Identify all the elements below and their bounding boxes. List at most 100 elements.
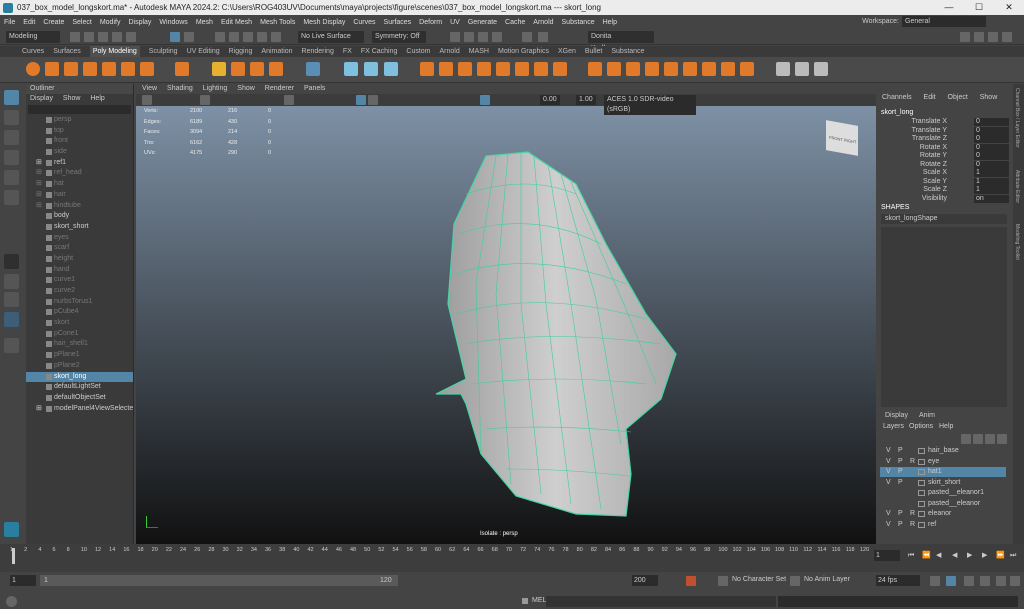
menu-curves[interactable]: Curves	[353, 19, 375, 26]
outliner-menu-show[interactable]: Show	[63, 95, 81, 102]
search-icon[interactable]	[4, 338, 19, 353]
gamma-field[interactable]: 1.00	[576, 95, 596, 105]
menu-surfaces[interactable]: Surfaces	[384, 19, 412, 26]
vp-menu-renderer[interactable]: Renderer	[265, 84, 294, 94]
scene-start-field[interactable]: 1	[10, 575, 36, 586]
outliner-item[interactable]: side	[26, 147, 133, 158]
persp-outliner-layout-icon[interactable]	[4, 312, 19, 327]
fps-dropdown[interactable]: 24 fps	[876, 575, 920, 586]
channel-value-field[interactable]: 1	[974, 169, 1009, 177]
outliner-item[interactable]: pPlane2	[26, 361, 133, 372]
channel-row[interactable]: Translate X 0	[877, 118, 1011, 127]
select-by-object-icon[interactable]	[184, 32, 194, 42]
live-surface-dropdown[interactable]: No Live Surface	[298, 31, 364, 43]
layer-reference-toggle[interactable]: R	[910, 457, 915, 467]
menu-display[interactable]: Display	[128, 19, 151, 26]
channel-value-field[interactable]: 1	[974, 177, 1009, 186]
shelf-tab-rigging[interactable]: Rigging	[229, 46, 253, 57]
shelf-tab-arnold[interactable]: Arnold	[440, 46, 460, 57]
script-editor-icon[interactable]	[522, 598, 528, 604]
grid-toggle-icon[interactable]	[284, 95, 294, 105]
camera-attributes-icon[interactable]	[200, 95, 210, 105]
shelf-tab-xgen[interactable]: XGen	[558, 46, 576, 57]
platonic-solid-icon[interactable]	[175, 62, 189, 76]
bridge-icon[interactable]	[607, 62, 621, 76]
isolate-select-icon[interactable]	[480, 95, 490, 105]
outliner-item[interactable]: persp	[26, 115, 133, 126]
arnold-render-icon[interactable]	[522, 32, 532, 42]
layer-menu-options[interactable]: Options	[909, 423, 933, 430]
time-slider[interactable]: 1246810121416182022242628303234363840424…	[0, 544, 1024, 572]
outliner-item[interactable]: ⊞ ref1	[26, 158, 133, 169]
channel-box-icon[interactable]	[1002, 32, 1012, 42]
reduce-icon[interactable]	[534, 62, 548, 76]
channel-value-field[interactable]: 0	[974, 126, 1009, 135]
layer-reference-toggle[interactable]: R	[910, 509, 915, 519]
outliner-menu-display[interactable]: Display	[30, 95, 53, 102]
poly-cone-icon[interactable]	[83, 62, 97, 76]
channel-value-field[interactable]: 0	[974, 160, 1009, 169]
layer-playback-toggle[interactable]: P	[898, 467, 903, 477]
auto-key-icon[interactable]	[686, 576, 696, 586]
outliner-item[interactable]: eyes	[26, 233, 133, 244]
loop-icon[interactable]	[930, 576, 940, 586]
channel-value-field[interactable]: 1	[974, 186, 1009, 194]
vp-menu-panels[interactable]: Panels	[304, 84, 325, 94]
redo-icon[interactable]	[126, 32, 136, 42]
super-shape-icon[interactable]	[212, 62, 226, 76]
grid-tool-icon[interactable]	[306, 62, 320, 76]
colorspace-dropdown[interactable]: ACES 1.0 SDR-video (sRGB)	[604, 95, 696, 115]
symmetry-dropdown[interactable]: Symmetry: Off	[372, 31, 426, 43]
exposure-field[interactable]: 0.00	[540, 95, 560, 105]
menu-edit[interactable]: Edit	[23, 19, 35, 26]
tab-channel-box[interactable]: Channel Box / Layer Editor	[1014, 88, 1020, 148]
channel-value-field[interactable]: 0	[974, 118, 1009, 126]
smooth-shade-icon[interactable]	[368, 95, 378, 105]
poly-cube-icon[interactable]	[45, 62, 59, 76]
shelf-tab-curves[interactable]: Curves	[22, 46, 44, 57]
outliner-item[interactable]: pCone1	[26, 329, 133, 340]
channel-row[interactable]: Scale Y 1	[877, 177, 1011, 187]
shelf-tab-motion-graphics[interactable]: Motion Graphics	[498, 46, 549, 57]
menu-cache[interactable]: Cache	[505, 19, 525, 26]
channel-row[interactable]: Scale Z 1	[877, 186, 1011, 195]
multi-cut-icon[interactable]	[683, 62, 697, 76]
undo-icon[interactable]	[112, 32, 122, 42]
tab-modeling-toolkit[interactable]: Modeling Toolkit	[1014, 224, 1020, 260]
channel-row[interactable]: Scale X 1	[877, 169, 1011, 178]
shelf-tab-animation[interactable]: Animation	[261, 46, 292, 57]
play-backward-icon[interactable]: ◀	[952, 552, 960, 560]
select-by-hierarchy-icon[interactable]	[170, 32, 180, 42]
snap-grid-icon[interactable]	[215, 32, 225, 42]
shelf-tab-poly-modeling[interactable]: Poly Modeling	[89, 46, 140, 57]
outliner-item[interactable]: hair_shell1	[26, 339, 133, 350]
snap-point-icon[interactable]	[243, 32, 253, 42]
shelf-tab-custom[interactable]: Custom	[406, 46, 430, 57]
menu-select[interactable]: Select	[72, 19, 91, 26]
layer-color-swatch[interactable]	[918, 458, 925, 465]
offset-edge-loop-icon[interactable]	[721, 62, 735, 76]
lasso-tool-icon[interactable]	[4, 110, 19, 125]
menu-substance[interactable]: Substance	[562, 19, 595, 26]
play-forward-icon[interactable]: ▶	[967, 552, 975, 560]
append-polygon-icon[interactable]	[664, 62, 678, 76]
minimize-icon[interactable]: —	[934, 0, 964, 15]
outliner-item[interactable]: nurbsTorus1	[26, 297, 133, 308]
outliner-item[interactable]: ⊞ hindtube	[26, 201, 133, 212]
select-camera-icon[interactable]	[142, 95, 152, 105]
new-layer-selected-icon[interactable]	[997, 434, 1007, 444]
expand-icon[interactable]: ⊞	[36, 201, 42, 212]
layer-row[interactable]: V Pskirt_short	[880, 478, 1006, 488]
user-account-dropdown[interactable]: Donita Kadharusman	[588, 31, 654, 52]
shelf-tab-mash[interactable]: MASH	[469, 46, 489, 57]
side-by-side-layout-icon[interactable]	[4, 292, 19, 307]
step-forward-key-icon[interactable]: ⏩	[996, 552, 1005, 560]
pause-icon[interactable]	[538, 32, 548, 42]
menu-mesh-display[interactable]: Mesh Display	[303, 19, 345, 26]
render-frame-icon[interactable]	[450, 32, 460, 42]
outliner-item[interactable]: skort_short	[26, 222, 133, 233]
outliner-item[interactable]: top	[26, 126, 133, 137]
extract-icon[interactable]	[515, 62, 529, 76]
outliner-item[interactable]: defaultObjectSet	[26, 393, 133, 404]
poly-plane-icon[interactable]	[121, 62, 135, 76]
